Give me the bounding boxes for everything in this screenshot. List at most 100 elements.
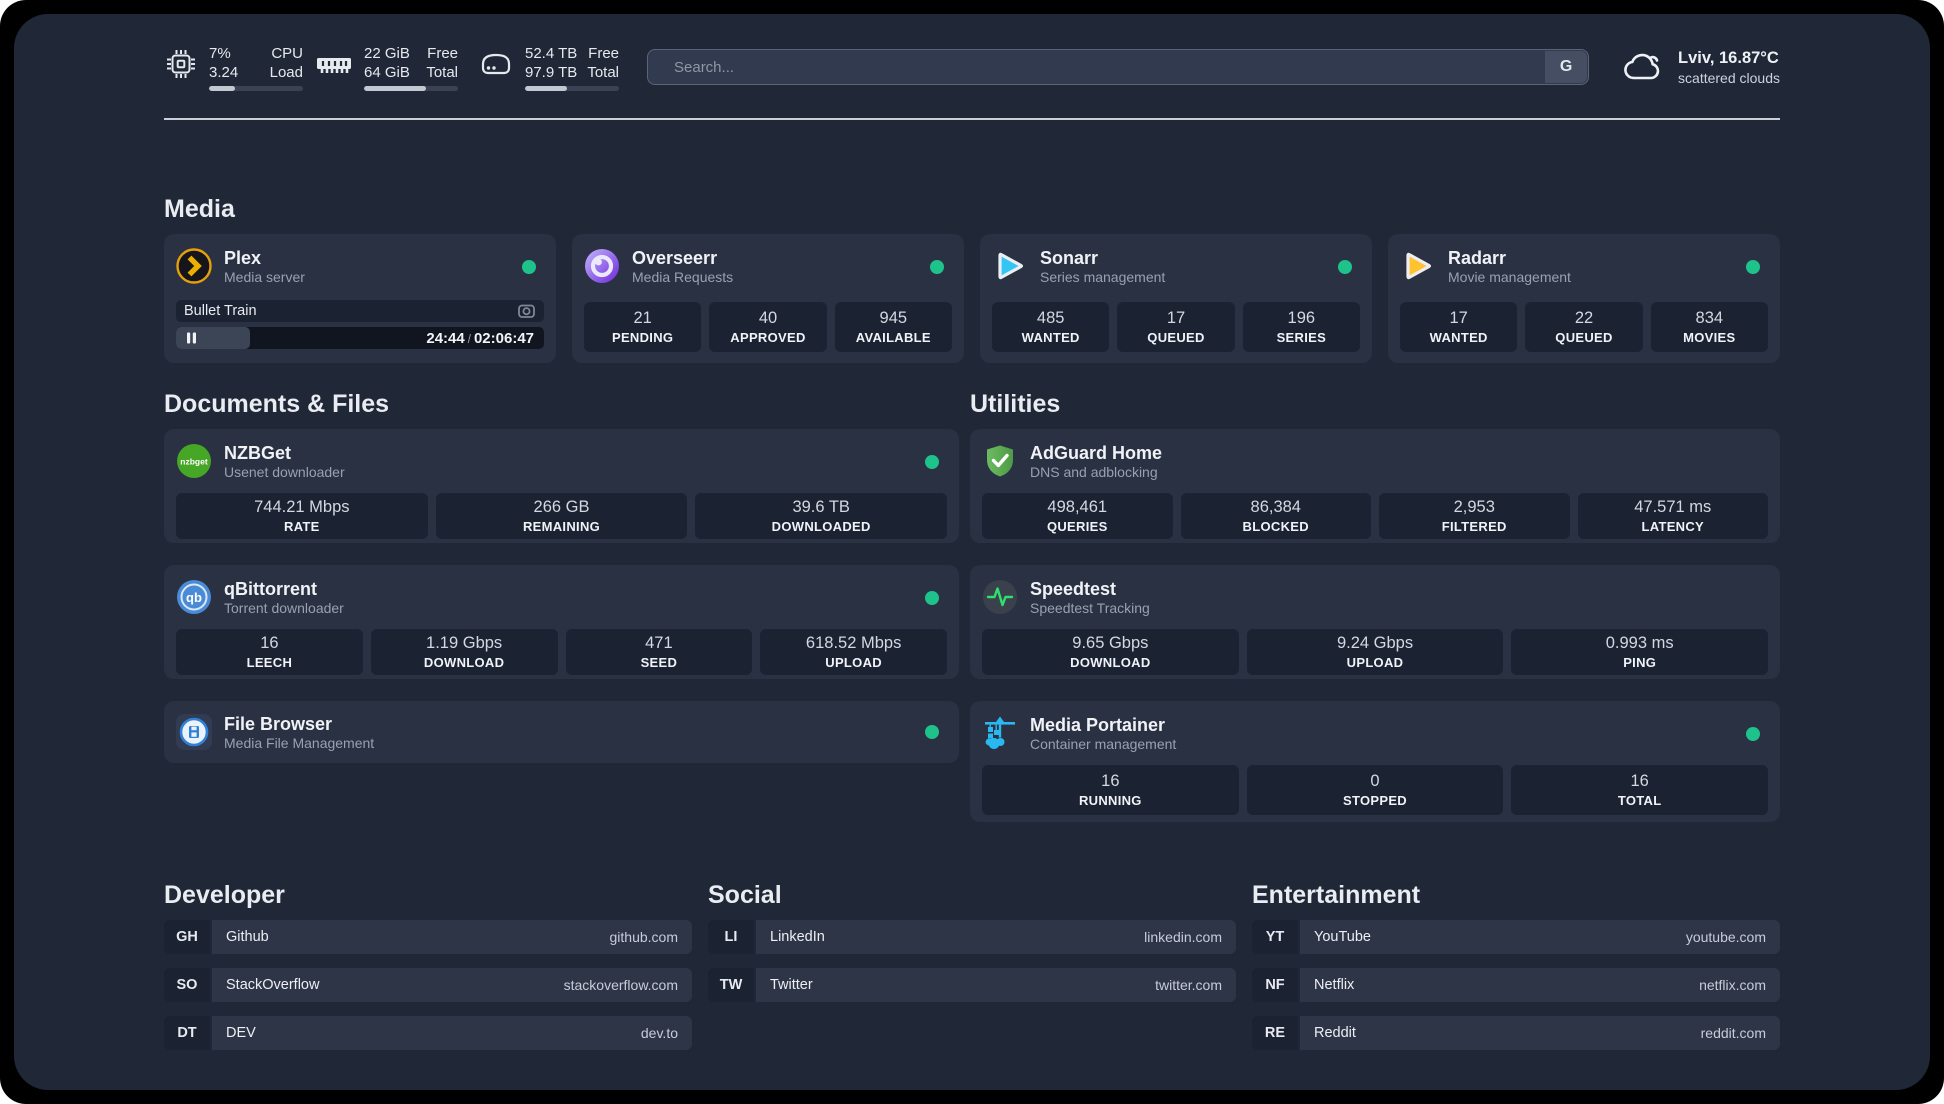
overseerr-icon	[585, 249, 619, 283]
link-name: Twitter	[770, 977, 813, 993]
status-dot	[522, 260, 536, 274]
sonarr-icon	[998, 252, 1024, 280]
plex-icon	[176, 248, 212, 284]
link-youtube[interactable]: YT YouTube youtube.com	[1252, 920, 1780, 954]
app-card-filebrowser[interactable]: File Browser Media File Management	[164, 701, 959, 763]
stat-label: WANTED	[1021, 330, 1080, 345]
app-card-speedtest[interactable]: Speedtest Speedtest Tracking 9.65 Gbps D…	[970, 565, 1780, 679]
playback-time: 24:44/02:06:47	[426, 330, 534, 347]
pause-icon[interactable]	[186, 332, 197, 344]
stat-label: UPLOAD	[825, 655, 882, 670]
link-stackoverflow[interactable]: SO StackOverflow stackoverflow.com	[164, 968, 692, 1002]
stat-value: 22	[1574, 309, 1594, 327]
stat-value: 485	[1036, 309, 1065, 327]
memory-free-value: 22 GiB	[364, 44, 410, 62]
link-name: StackOverflow	[226, 977, 320, 993]
cloud-icon	[1624, 53, 1660, 80]
app-card-qbittorrent[interactable]: qb qBittorrent Torrent downloader 16 LEE…	[164, 565, 959, 679]
link-reddit[interactable]: RE Reddit reddit.com	[1252, 1016, 1780, 1050]
radarr-icon	[1406, 252, 1432, 280]
app-description: Usenet downloader	[224, 463, 345, 480]
link-name: Reddit	[1314, 1025, 1356, 1041]
link-github[interactable]: GH Github github.com	[164, 920, 692, 954]
stat-available: 945 AVAILABLE	[834, 302, 952, 352]
app-name: AdGuard Home	[1030, 442, 1163, 463]
search-bar: G	[647, 49, 1590, 85]
link-url: netflix.com	[1699, 977, 1766, 993]
link-tag: GH	[164, 920, 210, 954]
link-name: Github	[226, 929, 269, 945]
stat-value: 9.24 Gbps	[1336, 634, 1414, 652]
search-input[interactable]	[648, 50, 1589, 84]
search-engine-button[interactable]: G	[1545, 51, 1588, 83]
stat-value: 16	[260, 634, 279, 652]
stat-label: SERIES	[1276, 330, 1327, 345]
app-name: Overseerr	[632, 247, 718, 268]
header-divider	[164, 118, 1780, 120]
section-heading-utilities: Utilities	[970, 390, 1061, 418]
app-name: Sonarr	[1040, 247, 1099, 268]
stat-value: 1.19 Gbps	[426, 634, 503, 652]
stat-upload: 618.52 Mbps UPLOAD	[760, 629, 947, 675]
stat-value: 196	[1287, 309, 1316, 327]
memory-total-value: 64 GiB	[364, 63, 410, 81]
app-name: NZBGet	[224, 442, 291, 463]
stat-remaining: 266 GB REMAINING	[435, 493, 688, 539]
app-card-nzbget[interactable]: nzbget NZBGet Usenet downloader 744.21 M…	[164, 429, 959, 543]
link-url: reddit.com	[1700, 1025, 1766, 1041]
link-url: github.com	[609, 929, 678, 945]
stat-label: LATENCY	[1641, 519, 1705, 534]
stat-queries: 498,461 QUERIES	[982, 493, 1173, 539]
app-description: Media File Management	[224, 734, 375, 751]
portainer-crane-icon	[985, 716, 1015, 749]
app-description: DNS and adblocking	[1030, 463, 1158, 480]
stat-value: 498,461	[1047, 498, 1108, 516]
section-heading-documents: Documents & Files	[164, 390, 390, 418]
link-twitter[interactable]: TW Twitter twitter.com	[708, 968, 1236, 1002]
time-separator: /	[467, 333, 471, 346]
stat-latency: 47.571 ms LATENCY	[1577, 493, 1768, 539]
stat-label: WANTED	[1429, 330, 1488, 345]
memory-progress-bar	[364, 85, 458, 91]
stat-filtered: 2,953 FILTERED	[1379, 493, 1570, 539]
link-netflix[interactable]: NF Netflix netflix.com	[1252, 968, 1780, 1002]
app-description: Torrent downloader	[224, 599, 344, 616]
stat-rate: 744.21 Mbps RATE	[176, 493, 428, 539]
stat-label: REMAINING	[522, 519, 601, 534]
stat-value: 744.21 Mbps	[254, 498, 350, 516]
stat-upload: 9.24 Gbps UPLOAD	[1246, 629, 1504, 675]
storage-widget: 52.4 TB Free 97.9 TB Total	[478, 44, 619, 91]
stat-label: LEECH	[246, 655, 293, 670]
app-name: qBittorrent	[224, 578, 317, 599]
link-url: twitter.com	[1155, 977, 1222, 993]
window-frame: 7% CPU 3.24 Load 22 GiB Free 64 GiB Tota…	[0, 0, 1944, 1104]
hard-drive-icon	[481, 53, 511, 74]
app-description: Series management	[1040, 268, 1166, 285]
link-linkedin[interactable]: LI LinkedIn linkedin.com	[708, 920, 1236, 954]
developer-column: Developer GH Github github.com SO StackO…	[164, 878, 692, 1050]
status-dot	[1746, 260, 1760, 274]
camera-icon[interactable]	[517, 302, 536, 320]
stat-wanted: 17 WANTED	[1400, 302, 1518, 352]
stat-label: QUERIES	[1046, 519, 1108, 534]
app-card-adguard[interactable]: AdGuard Home DNS and adblocking 498,461 …	[970, 429, 1780, 543]
app-card-sonarr[interactable]: Sonarr Series management 485 WANTED 17 Q…	[980, 234, 1372, 363]
link-dev[interactable]: DT DEV dev.to	[164, 1016, 692, 1050]
app-card-portainer[interactable]: Media Portainer Container management 16 …	[970, 701, 1780, 822]
app-card-plex[interactable]: Plex Media server Bullet Train 24:44 / 0…	[164, 234, 556, 363]
app-name: Media Portainer	[1030, 714, 1166, 735]
storage-total-label: Total	[587, 63, 619, 81]
stat-label: DOWNLOADED	[771, 519, 871, 534]
stat-value: 0	[1370, 772, 1380, 790]
link-tag: SO	[164, 968, 210, 1002]
stat-value: 39.6 TB	[792, 498, 850, 516]
app-name: Radarr	[1448, 247, 1507, 268]
weather-condition: scattered clouds	[1678, 69, 1780, 86]
stat-label: FILTERED	[1441, 519, 1507, 534]
stat-queued: 22 QUEUED	[1525, 302, 1643, 352]
total-time: 02:06:47	[473, 329, 534, 347]
qbittorrent-icon: qb	[177, 580, 211, 614]
app-card-overseerr[interactable]: Overseerr Media Requests 21 PENDING 40 A…	[572, 234, 964, 363]
storage-total-value: 97.9 TB	[525, 63, 578, 81]
app-card-radarr[interactable]: Radarr Movie management 17 WANTED 22 QUE…	[1388, 234, 1780, 363]
